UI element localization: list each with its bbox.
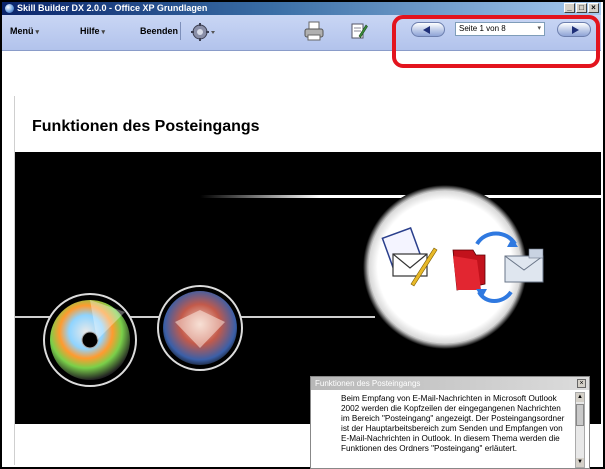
menu-item-label: Beenden	[140, 26, 179, 36]
popup-title: Funktionen des Posteingangs	[311, 377, 589, 390]
chevron-down-icon: ▾	[35, 29, 40, 36]
minimize-button[interactable]: _	[564, 3, 575, 13]
popup-scrollbar[interactable]: ▲ ▼	[575, 392, 585, 468]
maximize-button[interactable]: □	[576, 3, 587, 13]
chevron-down-icon: ▾	[101, 29, 106, 36]
menu-item-menu[interactable]: Menü ▾	[10, 26, 39, 36]
app-icon	[5, 4, 14, 13]
navigation-highlight	[392, 15, 600, 68]
menu-item-label: Menü	[10, 26, 34, 36]
popup-close-button[interactable]: ×	[577, 379, 586, 388]
scroll-up-icon[interactable]: ▲	[576, 393, 584, 402]
highlight-circle	[363, 185, 527, 349]
menu-item-label: Hilfe	[80, 26, 100, 36]
settings-icon[interactable]	[191, 23, 217, 46]
title-bar: Skill Builder DX 2.0.0 - Office XP Grund…	[2, 2, 601, 15]
close-button[interactable]: ×	[588, 3, 599, 13]
page-title: Funktionen des Posteingangs	[32, 118, 260, 135]
notes-icon[interactable]	[350, 22, 368, 45]
popup-body-text: Beim Empfang von E-Mail-Nachrichten in M…	[341, 394, 565, 453]
window-controls: _ □ ×	[564, 3, 599, 13]
folder-icon	[452, 249, 486, 291]
menu-item-help[interactable]: Hilfe ▾	[80, 26, 105, 36]
cd-icon	[43, 293, 137, 387]
window-title: Skill Builder DX 2.0.0 - Office XP Grund…	[17, 3, 208, 13]
scroll-thumb[interactable]	[576, 404, 584, 426]
menu-item-exit[interactable]: Beenden	[140, 26, 178, 36]
scroll-down-icon[interactable]: ▼	[576, 458, 584, 467]
menu-separator	[180, 22, 181, 40]
light-line	[200, 195, 601, 198]
left-margin	[2, 96, 15, 465]
print-icon[interactable]	[304, 21, 324, 46]
book-icon	[157, 285, 243, 371]
info-popup: Funktionen des Posteingangs × Beim Empfa…	[310, 376, 590, 469]
